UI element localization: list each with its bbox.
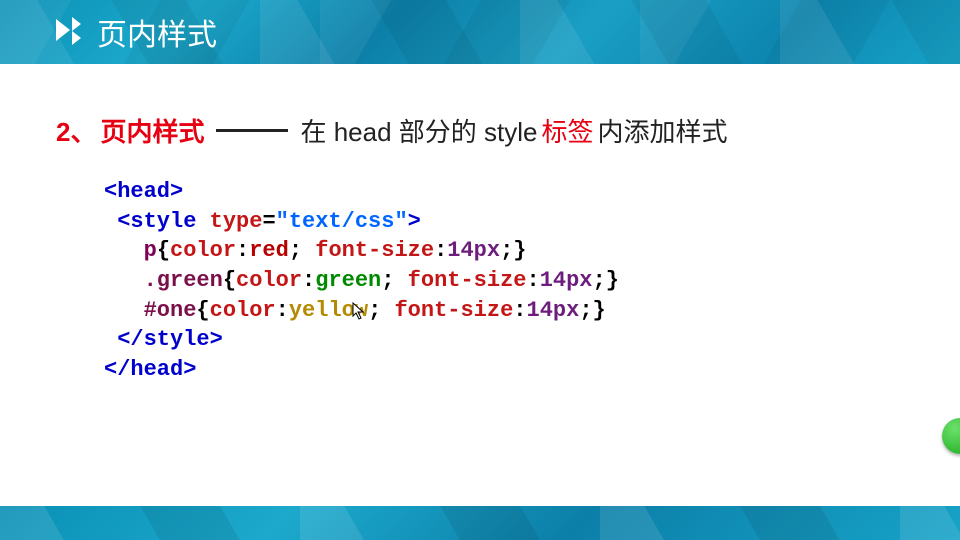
code-sel-p: p [144, 238, 157, 263]
badge-icon [942, 418, 960, 454]
code-tag-head-open: <head> [104, 179, 183, 204]
code-tag-head-close: </head> [104, 357, 196, 382]
code-attr-val: "text/css" [276, 209, 408, 234]
code-sel-green: .green [144, 268, 223, 293]
cursor-icon [352, 302, 366, 320]
slide-header: 页内样式 [0, 0, 960, 64]
play-icon [56, 19, 81, 45]
code-attr-name: type [210, 209, 263, 234]
header-title: 页内样式 [97, 10, 217, 54]
heading-text-pre: 在 head 部分的 style [300, 112, 537, 149]
heading-kw-red: 标签 [541, 112, 593, 149]
heading-keyword: 页内样式 [100, 112, 204, 149]
slide-content: 2、 页内样式 在 head 部分的 style 标签 内添加样式 <head>… [0, 64, 960, 385]
code-eq: = [262, 209, 275, 234]
heading-dash [216, 129, 288, 132]
slide-footer [0, 506, 960, 540]
heading-number: 2、 [56, 112, 96, 149]
code-sel-one: #one [144, 298, 197, 323]
code-tag-style-open: <style [117, 209, 196, 234]
code-tag-style-close: </style> [117, 327, 223, 352]
code-block: <head> <style type="text/css"> p{color:r… [104, 177, 904, 385]
heading-text-post: 内添加样式 [597, 112, 727, 149]
section-heading: 2、 页内样式 在 head 部分的 style 标签 内添加样式 [56, 112, 904, 149]
code-angle-close: > [408, 209, 421, 234]
